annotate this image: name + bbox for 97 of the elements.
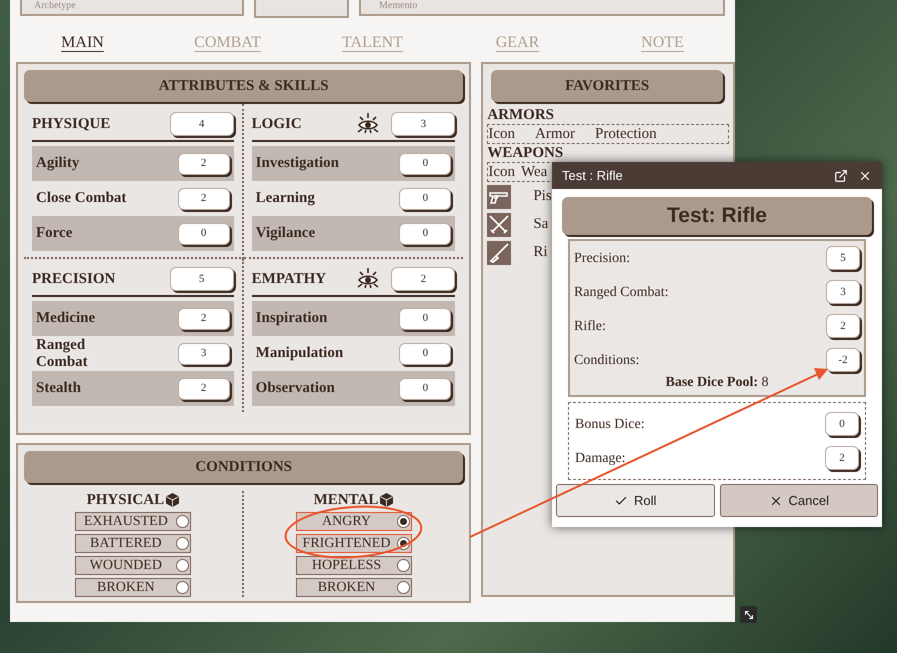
condition-toggle[interactable]: BROKEN [74,578,191,597]
condition-toggle[interactable]: HOPELESS [296,556,412,575]
column-header: Protection [595,125,657,143]
value-field[interactable]: 5 [826,246,860,270]
value-field[interactable]: 4 [170,112,234,136]
value-field[interactable]: -2 [826,348,860,372]
value-field[interactable]: 0 [825,412,859,436]
external-link-icon[interactable] [834,168,848,182]
condition-label: WOUNDED [88,557,163,574]
value-field[interactable]: 2 [178,378,230,400]
base-dice-pool: Base Dice Pool: 8 [664,375,770,391]
eye-icon [356,112,380,136]
revolver-icon [487,184,512,208]
column-header: Armor [535,125,575,143]
condition-toggle[interactable]: EXHAUSTED [74,512,191,531]
radio-button[interactable] [176,515,189,528]
condition-toggle[interactable]: FRIGHTENED [296,534,412,553]
value-field[interactable]: 0 [399,188,452,210]
radio-button[interactable] [396,515,410,528]
weapon-name[interactable]: Sa [533,213,548,236]
row-label: Bonus Dice: [575,416,645,434]
skill-name: Force [36,225,72,242]
eye-icon [356,267,380,291]
skill-name: Inspiration [256,310,328,327]
crossed-swords-icon [487,212,512,236]
value-field[interactable]: 0 [399,152,452,174]
cancel-button[interactable]: Cancel [720,484,878,517]
condition-label: BATTERED [89,535,163,552]
condition-group-title: PHYSICAL [86,490,164,510]
section-banner: Test: Rifle [562,197,872,235]
condition-label: BROKEN [96,579,156,596]
value-field[interactable]: 5 [170,267,234,291]
attribute-name: PRECISION [32,270,116,289]
roll-button[interactable]: Roll [556,484,714,517]
attribute-name: EMPATHY [252,270,328,289]
value-field[interactable]: 2 [826,314,860,338]
skill-name: Observation [256,380,335,397]
row-label: Rifle: [574,318,606,336]
section-title: WEAPONS [487,144,564,162]
skill-name: Medicine [36,310,96,327]
skill-name: Stealth [36,380,81,397]
cube-icon [380,493,394,507]
value-field[interactable]: 3 [391,112,456,136]
skill-name: Agility [36,155,80,172]
column-header: Icon [488,163,515,181]
condition-toggle[interactable]: ANGRY [296,512,412,531]
value-field[interactable]: 0 [399,222,452,244]
resize-handle-icon[interactable] [740,606,757,623]
section-banner: ATTRIBUTES & SKILLS [24,70,464,102]
skill-name: Manipulation [256,345,344,362]
row-label: Precision: [574,250,630,268]
condition-toggle[interactable]: BATTERED [74,534,191,553]
value-field[interactable]: 2 [178,152,230,174]
section-banner: CONDITIONS [24,451,464,483]
radio-button[interactable] [396,559,410,572]
condition-label: EXHAUSTED [82,513,169,530]
skill-name: Vigilance [256,225,316,242]
value-field[interactable]: 2 [391,267,456,291]
cube-icon [166,493,180,507]
section-title: ARMORS [487,106,556,124]
row-label: Conditions: [574,352,640,370]
radio-button[interactable] [396,581,410,594]
row-label: Ranged Combat: [574,284,668,302]
section-banner: FAVORITES [491,70,723,102]
skill-name: Ranged Combat [36,336,89,370]
value-field[interactable]: 3 [178,342,230,364]
condition-label: BROKEN [316,579,376,596]
weapon-name[interactable]: Pis [533,185,552,208]
value-field[interactable]: 0 [399,308,452,330]
tab[interactable]: MAIN [10,31,155,55]
input-field[interactable] [254,0,349,18]
attribute-name: PHYSIQUE [32,114,112,134]
attribute-name: LOGIC [252,114,303,134]
condition-group-title: MENTAL [314,490,378,510]
value-field[interactable]: 0 [399,342,452,364]
value-field[interactable]: 3 [826,280,860,304]
condition-label: FRIGHTENED [302,535,392,552]
value-field[interactable]: 2 [178,308,230,330]
value-field[interactable]: 0 [399,378,452,400]
row-label: Damage: [575,450,626,468]
value-field[interactable]: 2 [825,446,859,470]
value-field[interactable]: 0 [178,222,230,244]
radio-button[interactable] [176,537,189,550]
radio-button[interactable] [176,581,189,594]
condition-label: HOPELESS [310,557,382,574]
weapon-name[interactable]: Ri [533,241,548,264]
radio-button[interactable] [176,559,189,572]
column-header: Icon [488,125,515,143]
condition-label: ANGRY [320,513,372,530]
dialog-title: Test : Rifle [562,166,624,185]
skill-name: Investigation [256,155,340,172]
value-field[interactable]: 2 [178,188,230,210]
condition-toggle[interactable]: BROKEN [296,578,412,597]
column-header: Wea [521,163,548,181]
skill-name: Learning [256,190,315,207]
condition-toggle[interactable]: WOUNDED [74,556,191,575]
skill-name: Close Combat [36,190,126,207]
